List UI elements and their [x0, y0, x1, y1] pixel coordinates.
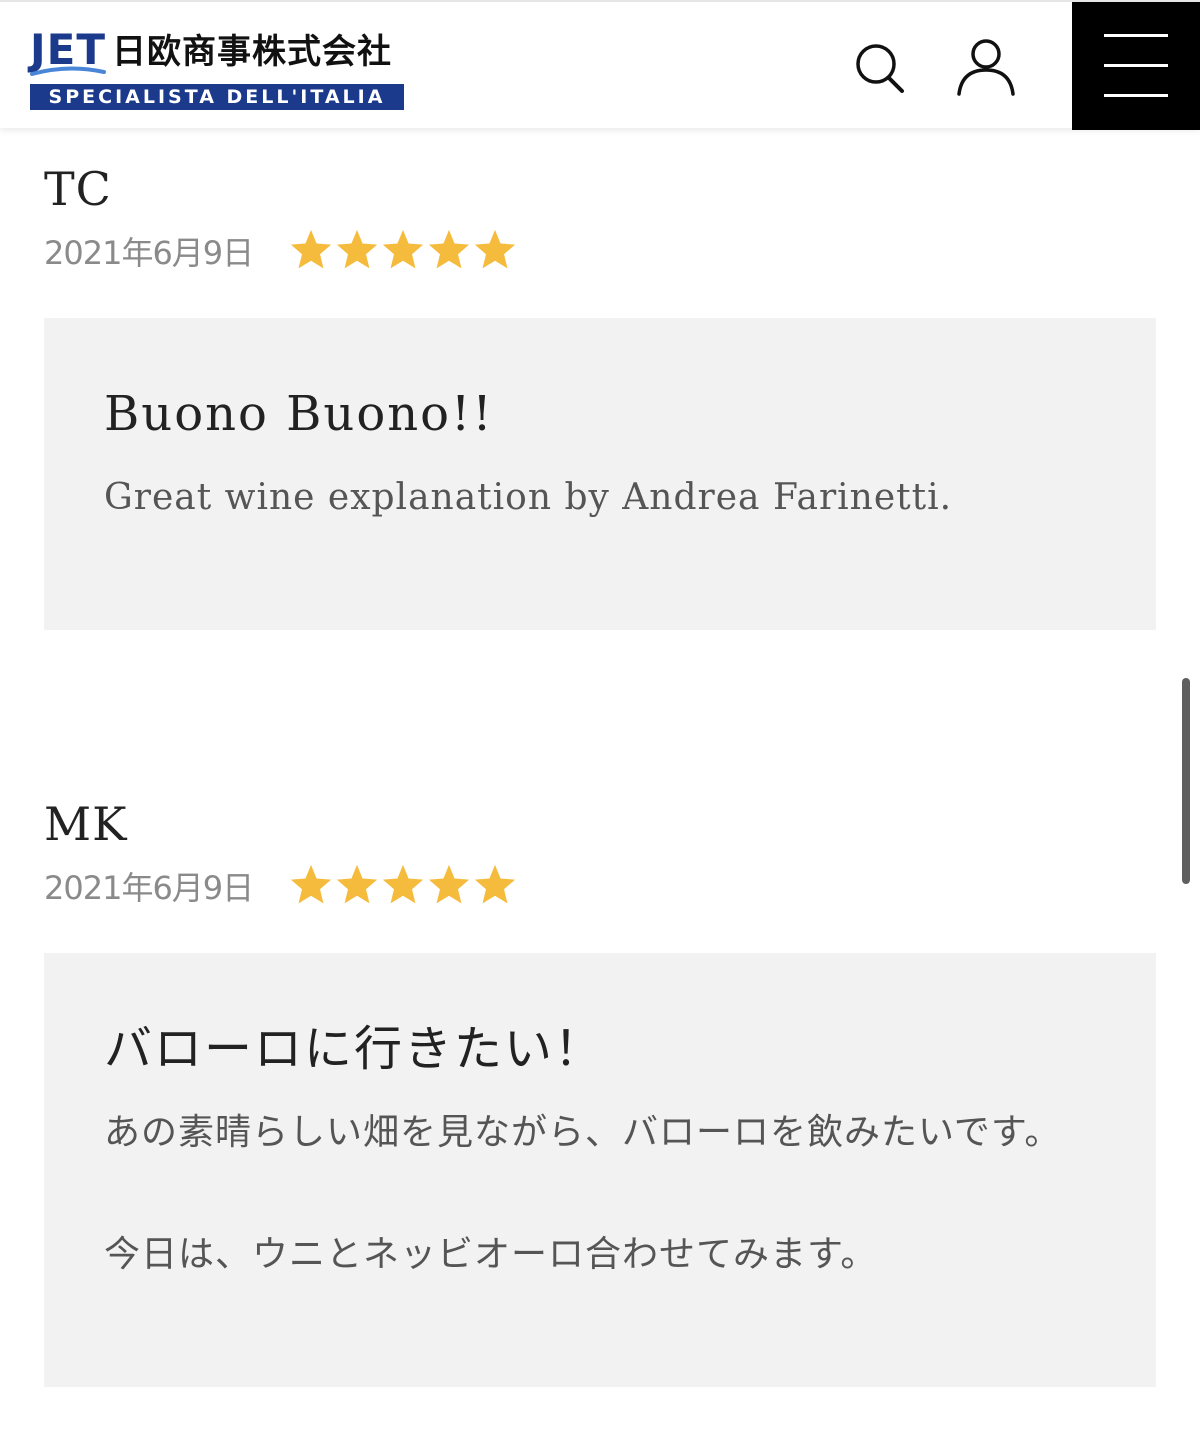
- star-icon: [428, 864, 470, 904]
- hamburger-menu-icon: [1104, 94, 1168, 97]
- search-button[interactable]: [846, 32, 910, 102]
- star-icon: [428, 229, 470, 269]
- star-rating: [288, 227, 520, 275]
- reviewer-name: TC: [44, 162, 112, 216]
- review-date: 2021年6月9日: [44, 234, 254, 272]
- review-card: Buono Buono!! Great wine explanation by …: [44, 318, 1156, 630]
- logo-tagline: SPECIALISTA DELL'ITALIA: [30, 84, 404, 110]
- review-date: 2021年6月9日: [44, 869, 254, 907]
- review-title: Buono Buono!!: [104, 386, 494, 442]
- star-icon: [290, 864, 332, 904]
- site-header: JET 日欧商事株式会社 SPECIALISTA DELL'ITALIA: [0, 0, 1200, 130]
- menu-button[interactable]: [1072, 2, 1200, 130]
- search-icon: [856, 44, 904, 93]
- account-button[interactable]: [952, 32, 1016, 102]
- site-logo[interactable]: JET 日欧商事株式会社 SPECIALISTA DELL'ITALIA: [30, 28, 404, 112]
- logo-swoosh-icon: [30, 66, 106, 76]
- star-icon: [474, 864, 516, 904]
- star-icon: [382, 229, 424, 269]
- review-body-line: 今日は、ウニとネッビオーロ合わせてみます。: [104, 1234, 878, 1275]
- star-icon: [382, 864, 424, 904]
- review-title: バローロに行きたい！: [104, 1021, 605, 1077]
- user-icon: [957, 39, 1015, 96]
- review-card: バローロに行きたい！ あの素晴らしい畑を見ながら、バローロを飲みたいです。 今日…: [44, 953, 1156, 1387]
- review-body-line: あの素晴らしい畑を見ながら、バローロを飲みたいです。: [104, 1112, 1062, 1153]
- star-icon: [336, 864, 378, 904]
- page-scrollbar[interactable]: [1182, 678, 1190, 884]
- reviewer-name: MK: [44, 797, 128, 851]
- star-rating: [288, 862, 520, 910]
- hamburger-menu-icon: [1104, 34, 1168, 37]
- review-body-line: Great wine explanation by Andrea Farinet…: [104, 477, 953, 518]
- star-icon: [474, 229, 516, 269]
- star-icon: [336, 229, 378, 269]
- star-icon: [290, 229, 332, 269]
- company-name: 日欧商事株式会社: [112, 32, 392, 72]
- hamburger-menu-icon: [1104, 64, 1168, 67]
